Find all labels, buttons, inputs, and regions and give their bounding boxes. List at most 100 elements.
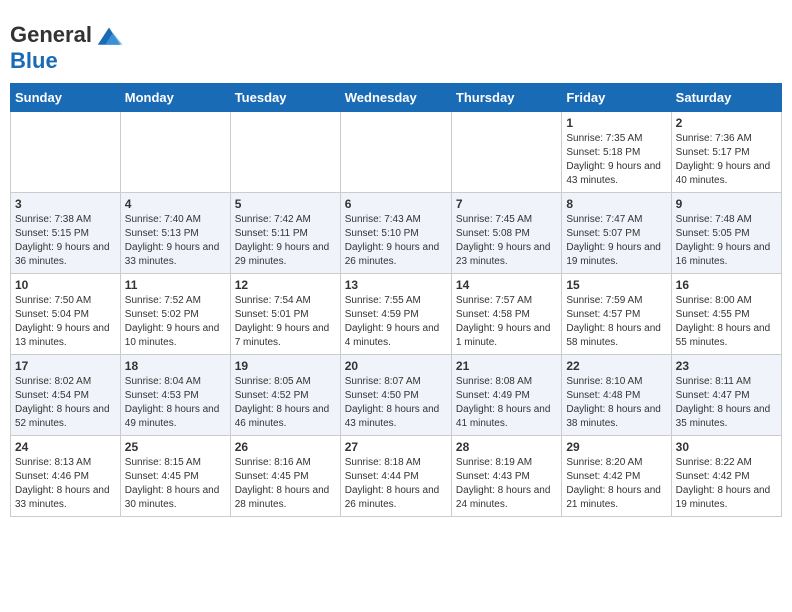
calendar-cell: 11 Sunrise: 7:52 AM Sunset: 5:02 PM Dayli… <box>120 274 230 355</box>
calendar-cell: 1 Sunrise: 7:35 AM Sunset: 5:18 PM Daylig… <box>562 112 671 193</box>
calendar-cell: 13 Sunrise: 7:55 AM Sunset: 4:59 PM Dayli… <box>340 274 451 355</box>
day-number: 3 <box>15 197 116 211</box>
day-info: Sunrise: 8:00 AM Sunset: 4:55 PM Dayligh… <box>676 294 777 350</box>
calendar-cell: 25Sunrise: 8:15 AM Sunset: 4:45 PM Dayli… <box>120 436 230 517</box>
calendar-cell: 15 Sunrise: 7:59 AM Sunset: 4:57 PM Dayli… <box>562 274 671 355</box>
day-info: Sunrise: 7:47 AM Sunset: 5:07 PM Dayligh… <box>566 213 666 269</box>
day-info: Sunrise: 7:54 AM Sunset: 5:01 PM Dayligh… <box>235 294 336 350</box>
calendar-cell <box>451 112 561 193</box>
calendar-cell: 20 Sunrise: 8:07 AM Sunset: 4:50 PM Dayli… <box>340 355 451 436</box>
day-header-tuesday: Tuesday <box>230 84 340 112</box>
day-info: Sunrise: 8:18 AM Sunset: 4:44 PM Dayligh… <box>345 456 447 512</box>
day-number: 6 <box>345 197 447 211</box>
day-number: 7 <box>456 197 557 211</box>
day-number: 18 <box>125 359 226 373</box>
calendar-cell: 26 Sunrise: 8:16 AM Sunset: 4:45 PM Dayli… <box>230 436 340 517</box>
day-info: Sunrise: 7:38 AM Sunset: 5:15 PM Dayligh… <box>15 213 116 269</box>
day-number: 17 <box>15 359 116 373</box>
calendar-cell: 12 Sunrise: 7:54 AM Sunset: 5:01 PM Dayli… <box>230 274 340 355</box>
day-number: 11 <box>125 278 226 292</box>
calendar-cell: 23 Sunrise: 8:11 AM Sunset: 4:47 PM Dayli… <box>671 355 781 436</box>
day-number: 8 <box>566 197 666 211</box>
calendar: SundayMondayTuesdayWednesdayThursdayFrid… <box>10 83 782 517</box>
day-info: Sunrise: 7:57 AM Sunset: 4:58 PM Dayligh… <box>456 294 557 350</box>
day-info: Sunrise: 8:15 AM Sunset: 4:45 PM Dayligh… <box>125 456 226 512</box>
calendar-cell: 24Sunrise: 8:13 AM Sunset: 4:46 PM Dayli… <box>11 436 121 517</box>
calendar-cell: 7 Sunrise: 7:45 AM Sunset: 5:08 PM Daylig… <box>451 193 561 274</box>
day-number: 13 <box>345 278 447 292</box>
day-info: Sunrise: 8:20 AM Sunset: 4:42 PM Dayligh… <box>566 456 666 512</box>
calendar-cell: 2 Sunrise: 7:36 AM Sunset: 5:17 PM Daylig… <box>671 112 781 193</box>
logo-text-general: General <box>10 24 92 46</box>
week-row-4: 24Sunrise: 8:13 AM Sunset: 4:46 PM Dayli… <box>11 436 782 517</box>
calendar-cell: 22 Sunrise: 8:10 AM Sunset: 4:48 PM Dayli… <box>562 355 671 436</box>
calendar-cell: 27Sunrise: 8:18 AM Sunset: 4:44 PM Dayli… <box>340 436 451 517</box>
day-info: Sunrise: 7:45 AM Sunset: 5:08 PM Dayligh… <box>456 213 557 269</box>
day-info: Sunrise: 8:07 AM Sunset: 4:50 PM Dayligh… <box>345 375 447 431</box>
calendar-cell: 29Sunrise: 8:20 AM Sunset: 4:42 PM Dayli… <box>562 436 671 517</box>
calendar-cell <box>230 112 340 193</box>
calendar-cell: 3 Sunrise: 7:38 AM Sunset: 5:15 PM Daylig… <box>11 193 121 274</box>
day-info: Sunrise: 8:08 AM Sunset: 4:49 PM Dayligh… <box>456 375 557 431</box>
calendar-cell: 14 Sunrise: 7:57 AM Sunset: 4:58 PM Dayli… <box>451 274 561 355</box>
calendar-cell: 18 Sunrise: 8:04 AM Sunset: 4:53 PM Dayli… <box>120 355 230 436</box>
day-info: Sunrise: 8:19 AM Sunset: 4:43 PM Dayligh… <box>456 456 557 512</box>
day-info: Sunrise: 7:55 AM Sunset: 4:59 PM Dayligh… <box>345 294 447 350</box>
day-header-sunday: Sunday <box>11 84 121 112</box>
calendar-cell: 21 Sunrise: 8:08 AM Sunset: 4:49 PM Dayli… <box>451 355 561 436</box>
day-number: 21 <box>456 359 557 373</box>
calendar-cell <box>11 112 121 193</box>
day-info: Sunrise: 8:02 AM Sunset: 4:54 PM Dayligh… <box>15 375 116 431</box>
day-info: Sunrise: 7:52 AM Sunset: 5:02 PM Dayligh… <box>125 294 226 350</box>
day-number: 23 <box>676 359 777 373</box>
day-header-thursday: Thursday <box>451 84 561 112</box>
calendar-cell <box>120 112 230 193</box>
day-number: 20 <box>345 359 447 373</box>
week-row-0: 1 Sunrise: 7:35 AM Sunset: 5:18 PM Daylig… <box>11 112 782 193</box>
day-info: Sunrise: 8:05 AM Sunset: 4:52 PM Dayligh… <box>235 375 336 431</box>
logo-icon <box>94 20 124 50</box>
day-info: Sunrise: 7:48 AM Sunset: 5:05 PM Dayligh… <box>676 213 777 269</box>
day-info: Sunrise: 7:59 AM Sunset: 4:57 PM Dayligh… <box>566 294 666 350</box>
day-number: 10 <box>15 278 116 292</box>
calendar-cell: 5Sunrise: 7:42 AM Sunset: 5:11 PM Daylig… <box>230 193 340 274</box>
day-number: 4 <box>125 197 226 211</box>
calendar-cell: 16 Sunrise: 8:00 AM Sunset: 4:55 PM Dayli… <box>671 274 781 355</box>
day-info: Sunrise: 7:35 AM Sunset: 5:18 PM Dayligh… <box>566 132 666 188</box>
day-number: 16 <box>676 278 777 292</box>
calendar-cell: 10 Sunrise: 7:50 AM Sunset: 5:04 PM Dayli… <box>11 274 121 355</box>
day-info: Sunrise: 7:36 AM Sunset: 5:17 PM Dayligh… <box>676 132 777 188</box>
header: General Blue <box>10 10 782 73</box>
day-number: 1 <box>566 116 666 130</box>
calendar-cell: 19 Sunrise: 8:05 AM Sunset: 4:52 PM Dayli… <box>230 355 340 436</box>
calendar-cell: 30Sunrise: 8:22 AM Sunset: 4:42 PM Dayli… <box>671 436 781 517</box>
day-info: Sunrise: 8:16 AM Sunset: 4:45 PM Dayligh… <box>235 456 336 512</box>
day-number: 19 <box>235 359 336 373</box>
week-row-2: 10 Sunrise: 7:50 AM Sunset: 5:04 PM Dayli… <box>11 274 782 355</box>
day-info: Sunrise: 8:11 AM Sunset: 4:47 PM Dayligh… <box>676 375 777 431</box>
day-number: 14 <box>456 278 557 292</box>
day-info: Sunrise: 8:04 AM Sunset: 4:53 PM Dayligh… <box>125 375 226 431</box>
day-number: 26 <box>235 440 336 454</box>
day-header-wednesday: Wednesday <box>340 84 451 112</box>
calendar-cell: 4 Sunrise: 7:40 AM Sunset: 5:13 PM Daylig… <box>120 193 230 274</box>
day-info: Sunrise: 7:43 AM Sunset: 5:10 PM Dayligh… <box>345 213 447 269</box>
calendar-cell: 8 Sunrise: 7:47 AM Sunset: 5:07 PM Daylig… <box>562 193 671 274</box>
calendar-cell: 9Sunrise: 7:48 AM Sunset: 5:05 PM Daylig… <box>671 193 781 274</box>
day-header-saturday: Saturday <box>671 84 781 112</box>
week-row-3: 17 Sunrise: 8:02 AM Sunset: 4:54 PM Dayli… <box>11 355 782 436</box>
day-info: Sunrise: 8:10 AM Sunset: 4:48 PM Dayligh… <box>566 375 666 431</box>
day-number: 28 <box>456 440 557 454</box>
calendar-cell: 6 Sunrise: 7:43 AM Sunset: 5:10 PM Daylig… <box>340 193 451 274</box>
day-number: 12 <box>235 278 336 292</box>
day-header-friday: Friday <box>562 84 671 112</box>
day-number: 22 <box>566 359 666 373</box>
day-info: Sunrise: 7:50 AM Sunset: 5:04 PM Dayligh… <box>15 294 116 350</box>
day-number: 24 <box>15 440 116 454</box>
day-number: 15 <box>566 278 666 292</box>
day-number: 2 <box>676 116 777 130</box>
day-info: Sunrise: 7:40 AM Sunset: 5:13 PM Dayligh… <box>125 213 226 269</box>
calendar-cell: 17 Sunrise: 8:02 AM Sunset: 4:54 PM Dayli… <box>11 355 121 436</box>
day-header-monday: Monday <box>120 84 230 112</box>
logo: General Blue <box>10 20 124 73</box>
